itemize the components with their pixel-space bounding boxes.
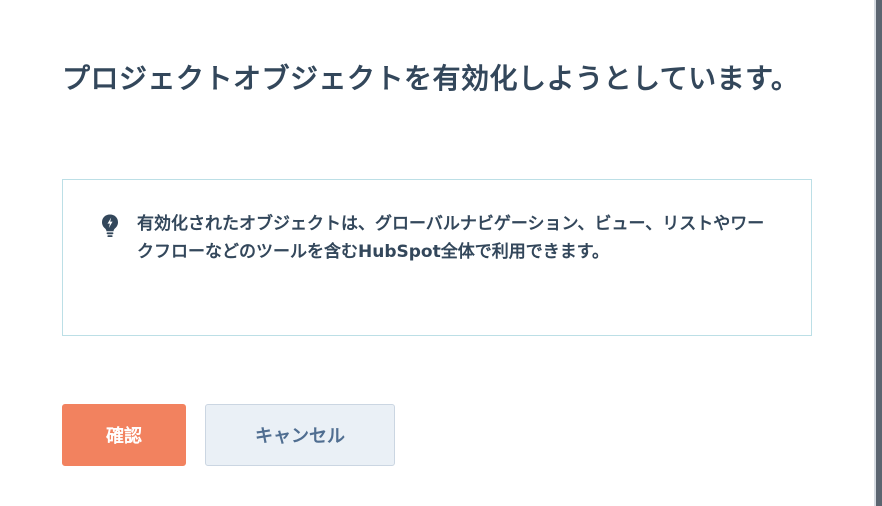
info-callout: 有効化されたオブジェクトは、グローバルナビゲーション、ビュー、リストやワークフロ… — [62, 179, 812, 336]
modal-overlay-edge — [876, 0, 882, 506]
confirm-button[interactable]: 確認 — [62, 404, 186, 466]
enable-object-dialog: プロジェクトオブジェクトを有効化しようとしています。 有効化されたオブジェクトは… — [0, 0, 874, 506]
dialog-title: プロジェクトオブジェクトを有効化しようとしています。 — [62, 62, 800, 95]
cancel-button[interactable]: キャンセル — [205, 404, 395, 466]
lightbulb-icon — [101, 214, 119, 238]
info-callout-text: 有効化されたオブジェクトは、グローバルナビゲーション、ビュー、リストやワークフロ… — [137, 214, 765, 262]
